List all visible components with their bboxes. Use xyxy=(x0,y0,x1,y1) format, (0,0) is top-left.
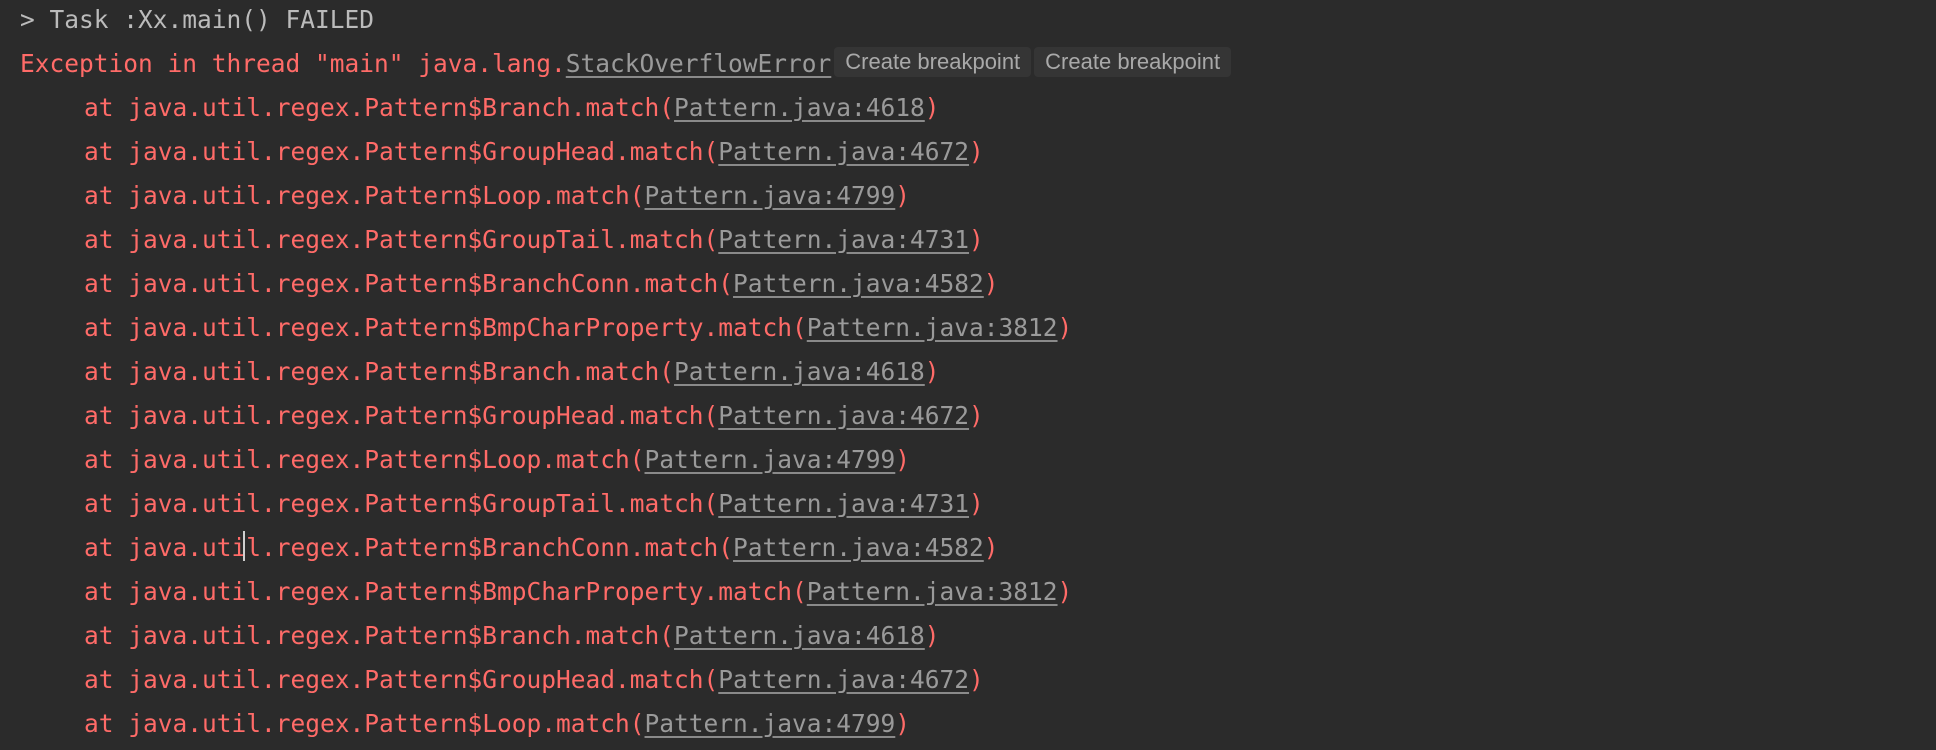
source-location-link[interactable]: Pattern.java:4799 xyxy=(645,445,896,474)
closing-paren: ) xyxy=(1057,577,1073,606)
closing-paren: ) xyxy=(924,621,940,650)
stack-frame-line: at java.util.regex.Pattern$BranchConn.ma… xyxy=(84,526,999,570)
closing-paren: ) xyxy=(924,357,940,386)
exception-prefix: Exception in thread "main" java.lang. xyxy=(20,49,566,78)
stack-frame-line: at java.util.regex.Pattern$Branch.match(… xyxy=(84,614,940,658)
stack-frame-method: at java.util.regex.Pattern$GroupHead.mat… xyxy=(84,137,719,166)
closing-paren: ) xyxy=(924,93,940,122)
stack-frame-method: at java.util.regex.Pattern$GroupHead.mat… xyxy=(84,401,719,430)
source-location-link[interactable]: Pattern.java:4672 xyxy=(718,665,969,694)
source-location-link[interactable]: Pattern.java:4672 xyxy=(718,137,969,166)
stack-frame-method: at java.util.regex.Pattern$Branch.match( xyxy=(84,357,675,386)
closing-paren: ) xyxy=(895,181,911,210)
stack-frame-line: at java.util.regex.Pattern$GroupHead.mat… xyxy=(84,394,984,438)
source-location-link[interactable]: Pattern.java:4731 xyxy=(718,489,969,518)
stack-frame-method: at java.util.regex.Pattern$Loop.match( xyxy=(84,709,645,738)
closing-paren: ) xyxy=(895,709,911,738)
stack-frame-method: at java.util.regex.Pattern$BmpCharProper… xyxy=(84,313,807,342)
exception-line: Exception in thread "main" java.lang.Sta… xyxy=(20,42,1232,86)
stack-frame-method: at java.util.regex.Pattern$BranchConn.ma… xyxy=(84,269,734,298)
stack-frame-line: at java.util.regex.Pattern$Loop.match(Pa… xyxy=(84,438,910,482)
create-breakpoint-button[interactable]: Create breakpoint xyxy=(1034,47,1232,77)
stack-frame-method: at java.util.regex.Pattern$GroupTail.mat… xyxy=(84,489,719,518)
source-location-link[interactable]: Pattern.java:4618 xyxy=(674,357,925,386)
stack-frame-line: at java.util.regex.Pattern$GroupHead.mat… xyxy=(84,130,984,174)
stack-frame-line: at java.util.regex.Pattern$BmpCharProper… xyxy=(84,570,1072,614)
stack-frame-method: at java.util.regex.Pattern$Loop.match( xyxy=(84,181,645,210)
text-caret xyxy=(243,531,245,561)
closing-paren: ) xyxy=(983,269,999,298)
stack-frame-line: at java.util.regex.Pattern$Loop.match(Pa… xyxy=(84,174,910,218)
closing-paren: ) xyxy=(969,225,984,254)
stack-frame-method: at java.util.regex.Pattern$Loop.match( xyxy=(84,445,645,474)
task-status-line: > Task :Xx.main() FAILED xyxy=(20,5,375,34)
exception-class-link[interactable]: StackOverflowError xyxy=(566,49,832,78)
stack-frame-line: at java.util.regex.Pattern$Branch.match(… xyxy=(84,350,940,394)
source-location-link[interactable]: Pattern.java:4799 xyxy=(645,181,896,210)
stack-frame-line: at java.util.regex.Pattern$GroupHead.mat… xyxy=(84,658,984,702)
closing-paren: ) xyxy=(895,445,911,474)
closing-paren: ) xyxy=(983,533,999,562)
stack-frame-line: at java.util.regex.Pattern$BranchConn.ma… xyxy=(84,262,999,306)
stack-frame-line: at java.util.regex.Pattern$GroupTail.mat… xyxy=(84,218,984,262)
stack-frame-method: at java.util.regex.Pattern$Branch.match( xyxy=(84,621,675,650)
stack-frame-line: at java.util.regex.Pattern$BmpCharProper… xyxy=(84,306,1072,350)
stack-frame-method: at java.util.regex.Pattern$BmpCharProper… xyxy=(84,577,807,606)
closing-paren: ) xyxy=(1057,313,1073,342)
source-location-link[interactable]: Pattern.java:4672 xyxy=(718,401,969,430)
stack-frame-line: at java.util.regex.Pattern$Loop.match(Pa… xyxy=(84,702,910,746)
source-location-link[interactable]: Pattern.java:4582 xyxy=(733,269,984,298)
closing-paren: ) xyxy=(969,489,984,518)
run-console[interactable]: > Task :Xx.main() FAILED Exception in th… xyxy=(0,0,1936,750)
source-location-link[interactable]: Pattern.java:3812 xyxy=(807,577,1058,606)
create-breakpoint-button[interactable]: Create breakpoint xyxy=(834,47,1032,77)
source-location-link[interactable]: Pattern.java:4618 xyxy=(674,93,925,122)
closing-paren: ) xyxy=(969,401,984,430)
source-location-link[interactable]: Pattern.java:4618 xyxy=(674,621,925,650)
stack-frame-method: at java.util.regex.Pattern$GroupHead.mat… xyxy=(84,665,719,694)
closing-paren: ) xyxy=(969,665,984,694)
closing-paren: ) xyxy=(969,137,984,166)
stack-frame-line: at java.util.regex.Pattern$Branch.match(… xyxy=(84,86,940,130)
source-location-link[interactable]: Pattern.java:3812 xyxy=(807,313,1058,342)
source-location-link[interactable]: Pattern.java:4799 xyxy=(645,709,896,738)
stack-frame-method: at java.util.regex.Pattern$Branch.match( xyxy=(84,93,675,122)
stack-frame-method: at java.util.regex.Pattern$GroupTail.mat… xyxy=(84,225,719,254)
stack-frame-line: at java.util.regex.Pattern$GroupTail.mat… xyxy=(84,482,984,526)
source-location-link[interactable]: Pattern.java:4582 xyxy=(733,533,984,562)
source-location-link[interactable]: Pattern.java:4731 xyxy=(718,225,969,254)
stack-frame-method: at java.util.regex.Pattern$BranchConn.ma… xyxy=(84,533,734,562)
